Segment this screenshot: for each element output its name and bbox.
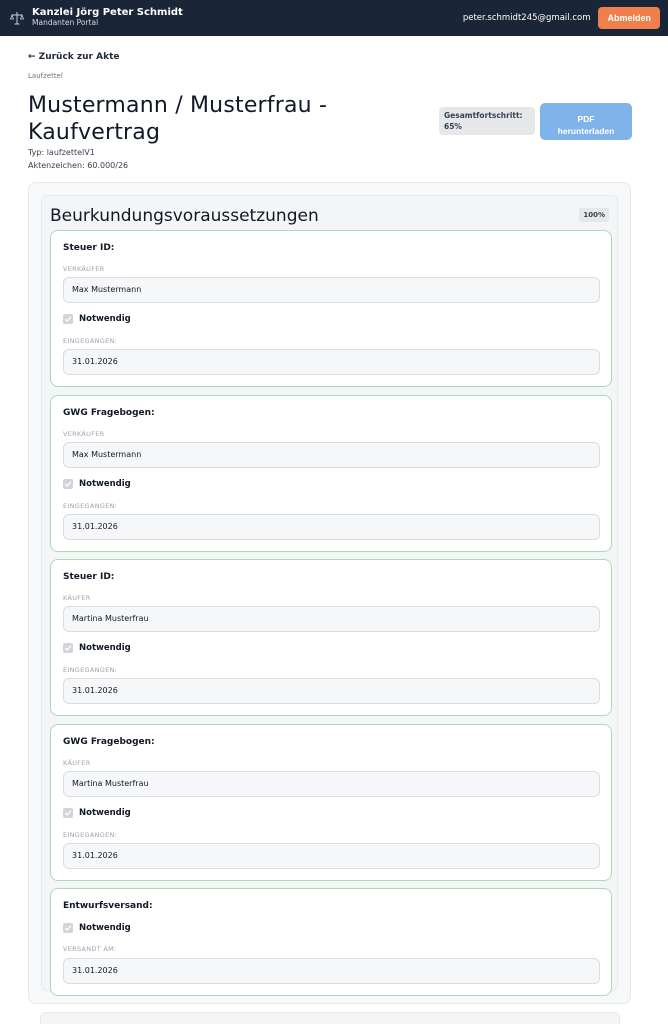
card-title: Steuer ID: <box>63 572 115 582</box>
requirement-card: Steuer ID: VERKÄUFER Max Mustermann Notw… <box>50 230 612 387</box>
section-panel: Beurkundungsvoraussetzungen 100% Steuer … <box>41 195 618 996</box>
party-label: KÄUFER <box>63 759 91 767</box>
requirements-section: Beurkundungsvoraussetzungen 100% Steuer … <box>28 182 631 1004</box>
required-label: Notwendig <box>79 479 131 489</box>
required-label: Notwendig <box>79 923 131 933</box>
requirement-card: GWG Fragebogen: VERKÄUFER Max Mustermann… <box>50 395 612 552</box>
scales-logo-icon <box>8 9 26 27</box>
logout-button[interactable]: Abmelden <box>598 7 660 29</box>
required-checkbox-row[interactable]: Notwendig <box>63 314 131 324</box>
card-title: GWG Fragebogen: <box>63 408 155 418</box>
overall-progress-badge: Gesamtfortschritt: 65% <box>439 107 535 135</box>
user-email: peter.schmidt245@gmail.com <box>462 13 591 23</box>
brand-title: Kanzlei Jörg Peter Schmidt <box>32 7 183 18</box>
date-field[interactable]: 31.01.2026 <box>63 514 600 540</box>
required-checkbox-row[interactable]: Notwendig <box>63 643 131 653</box>
date-field[interactable]: 31.01.2026 <box>63 678 600 704</box>
party-field[interactable]: Martina Musterfrau <box>63 771 600 797</box>
date-label: EINGEGANGEN: <box>63 502 118 510</box>
checkmark-icon[interactable] <box>63 643 73 653</box>
section-percent-badge: 100% <box>579 208 609 222</box>
file-type: Typ: laufzettelV1 <box>28 148 95 157</box>
required-checkbox-row[interactable]: Notwendig <box>63 479 131 489</box>
pdf-download-button[interactable]: PDF herunterladen <box>540 103 632 140</box>
date-label: VERSANDT AM: <box>63 945 117 953</box>
requirement-card: Entwurfsversand: Notwendig VERSANDT AM: … <box>50 888 612 996</box>
date-label: EINGEGANGEN: <box>63 337 118 345</box>
date-field[interactable]: 31.01.2026 <box>63 843 600 869</box>
next-section-partial <box>40 1012 620 1024</box>
top-bar: Kanzlei Jörg Peter Schmidt Mandanten Por… <box>0 0 668 36</box>
brand[interactable]: Kanzlei Jörg Peter Schmidt Mandanten Por… <box>8 8 183 28</box>
checkmark-icon[interactable] <box>63 479 73 489</box>
date-label: EINGEGANGEN: <box>63 666 118 674</box>
pdf-button-label-line1: PDF <box>577 113 595 124</box>
card-title: GWG Fragebogen: <box>63 737 155 747</box>
section-title: Beurkundungsvoraussetzungen <box>50 206 319 226</box>
party-label: KÄUFER <box>63 594 91 602</box>
required-label: Notwendig <box>79 643 131 653</box>
required-checkbox-row[interactable]: Notwendig <box>63 923 131 933</box>
progress-label: Gesamtfortschritt: <box>444 111 523 120</box>
back-to-file-link[interactable]: ← Zurück zur Akte <box>28 52 119 62</box>
card-title: Steuer ID: <box>63 243 115 253</box>
page-title: Mustermann / Musterfrau - Kaufvertrag <box>28 93 328 145</box>
date-label: EINGEGANGEN: <box>63 831 118 839</box>
breadcrumb: Laufzettel <box>28 72 63 80</box>
date-field[interactable]: 31.01.2026 <box>63 958 600 984</box>
brand-subtitle: Mandanten Portal <box>32 18 99 27</box>
card-title: Entwurfsversand: <box>63 901 153 911</box>
checkmark-icon[interactable] <box>63 314 73 324</box>
party-field[interactable]: Martina Musterfrau <box>63 606 600 632</box>
requirement-card: Steuer ID: KÄUFER Martina Musterfrau Not… <box>50 559 612 716</box>
requirement-card: GWG Fragebogen: KÄUFER Martina Musterfra… <box>50 724 612 881</box>
party-label: VERKÄUFER <box>63 430 105 438</box>
party-field[interactable]: Max Mustermann <box>63 277 600 303</box>
checkmark-icon[interactable] <box>63 923 73 933</box>
required-label: Notwendig <box>79 808 131 818</box>
required-label: Notwendig <box>79 314 131 324</box>
checkmark-icon[interactable] <box>63 808 73 818</box>
pdf-button-label-line2: herunterladen <box>557 125 615 136</box>
progress-value: 65% <box>444 122 462 131</box>
party-label: VERKÄUFER <box>63 265 105 273</box>
party-field[interactable]: Max Mustermann <box>63 442 600 468</box>
file-reference: Aktenzeichen: 60.000/26 <box>28 161 129 170</box>
date-field[interactable]: 31.01.2026 <box>63 349 600 375</box>
required-checkbox-row[interactable]: Notwendig <box>63 808 131 818</box>
